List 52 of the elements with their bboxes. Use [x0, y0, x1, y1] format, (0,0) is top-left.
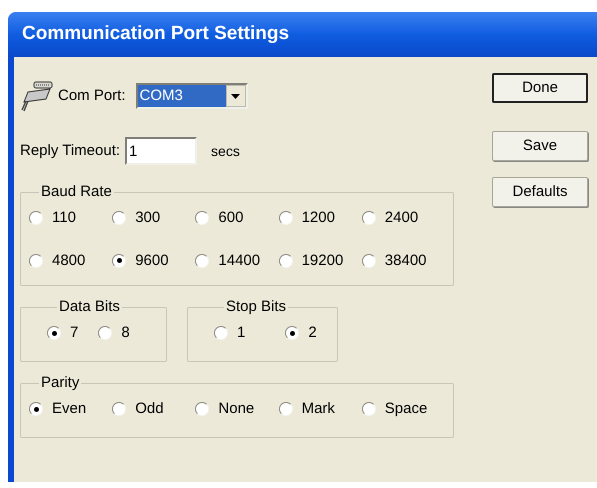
window-title: Communication Port Settings — [22, 22, 290, 46]
radio-label: 110 — [52, 208, 76, 228]
radio-button[interactable] — [112, 402, 126, 416]
radio-button[interactable] — [362, 254, 376, 268]
radio-button[interactable] — [112, 254, 126, 268]
radio-button[interactable] — [29, 211, 43, 226]
seconds-unit: secs — [211, 142, 240, 160]
radio-button[interactable] — [278, 254, 293, 268]
radio-button[interactable] — [362, 211, 376, 226]
radio-label: 300 — [135, 208, 160, 228]
group-title: Stop Bits — [225, 298, 288, 316]
radio-label: 2 — [308, 323, 317, 343]
radio-button[interactable] — [195, 254, 210, 268]
radio-label: 38400 — [384, 250, 427, 270]
radio-button[interactable] — [112, 211, 126, 226]
radio-button[interactable] — [278, 402, 293, 416]
radio-label: Even — [52, 399, 86, 419]
radio-button[interactable] — [98, 326, 112, 340]
radio-button[interactable] — [47, 326, 61, 340]
radio-button[interactable] — [195, 402, 210, 416]
radio-button[interactable] — [214, 326, 228, 340]
com-port-label: Com Port: — [58, 86, 126, 106]
dialog-button[interactable]: Done — [492, 73, 588, 103]
radio-label: 1 — [237, 323, 246, 343]
radio-button[interactable] — [29, 402, 43, 416]
radio-label: 19200 — [302, 250, 344, 270]
radio-label: 14400 — [218, 250, 260, 270]
radio-button[interactable] — [29, 254, 43, 268]
group-title: Parity — [40, 374, 80, 392]
com-port-dropdown[interactable]: COM3 — [136, 83, 248, 109]
radio-label: Space — [384, 399, 428, 419]
group-title: Data Bits — [58, 298, 121, 316]
radio-button[interactable] — [195, 211, 210, 226]
radio-label: Mark — [302, 399, 335, 419]
radio-label: 2400 — [384, 208, 418, 228]
radio-button[interactable] — [285, 326, 300, 340]
radio-label: None — [218, 399, 254, 419]
radio-button[interactable] — [278, 211, 293, 226]
radio-label: 9600 — [135, 250, 169, 270]
dialog-button[interactable]: Save — [492, 131, 588, 161]
radio-label: 7 — [70, 323, 78, 343]
radio-label: 8 — [121, 323, 130, 343]
dialog-button[interactable]: Defaults — [492, 177, 588, 207]
reply-timeout-field[interactable]: 1 — [125, 137, 198, 165]
radio-label: 600 — [218, 208, 244, 228]
group-title: Baud Rate — [40, 183, 113, 201]
radio-button[interactable] — [362, 402, 376, 416]
radio-label: 1200 — [302, 208, 335, 228]
dropdown-value: COM3 — [138, 85, 226, 107]
radio-label: 4800 — [52, 250, 86, 270]
reply-timeout-label: Reply Timeout: — [20, 140, 120, 161]
radio-label: Odd — [135, 399, 164, 419]
